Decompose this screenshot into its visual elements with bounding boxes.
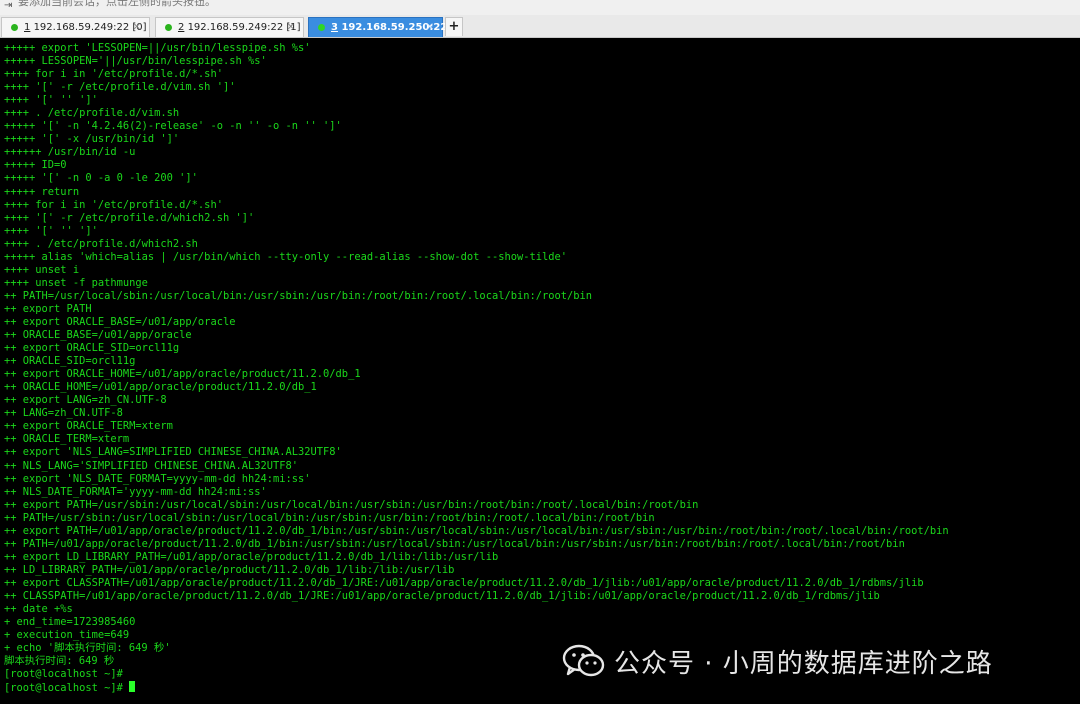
terminal-line: +++++ '[' -x /usr/bin/id ']' bbox=[4, 133, 180, 146]
terminal-line: ++++ for i in '/etc/profile.d/*.sh' bbox=[4, 68, 223, 81]
terminal-line: ++ CLASSPATH=/u01/app/oracle/product/11.… bbox=[4, 589, 880, 602]
terminal-line: ++ export ORACLE_BASE=/u01/app/oracle bbox=[4, 315, 236, 328]
terminal-line: ++ export CLASSPATH=/u01/app/oracle/prod… bbox=[4, 576, 924, 589]
terminal-line: ++ export ORACLE_HOME=/u01/app/oracle/pr… bbox=[4, 368, 361, 381]
terminal-line: ++ date +%s bbox=[4, 603, 73, 616]
session-tab-2[interactable]: 2 192.168.59.249:22 [1] ✕ bbox=[155, 17, 304, 37]
close-icon[interactable]: ✕ bbox=[287, 21, 295, 34]
terminal-line: ++ PATH=/usr/sbin:/usr/local/sbin:/usr/l… bbox=[4, 511, 655, 524]
terminal-cursor bbox=[129, 681, 136, 693]
tab-label: 1 192.168.59.249:22 [0] bbox=[24, 22, 147, 33]
terminal-line: ++ NLS_LANG='SIMPLIFIED CHINESE_CHINA.AL… bbox=[4, 459, 299, 472]
connected-status-icon bbox=[318, 24, 325, 31]
terminal-line: ++ LD_LIBRARY_PATH=/u01/app/oracle/produ… bbox=[4, 563, 455, 576]
terminal-line: ++++ '[' -r /etc/profile.d/which2.sh ']' bbox=[4, 211, 255, 224]
terminal-line: ++ LANG=zh_CN.UTF-8 bbox=[4, 407, 123, 420]
terminal-line: +++++ alias 'which=alias | /usr/bin/whic… bbox=[4, 250, 568, 263]
session-hint-text: 要添加当前会话，点击左侧的箭头按钮。 bbox=[18, 0, 216, 8]
terminal-line: ++ export LD_LIBRARY_PATH=/u01/app/oracl… bbox=[4, 550, 499, 563]
terminal-line: ++ export PATH=/u01/app/oracle/product/1… bbox=[4, 524, 949, 537]
terminal-line: ++++ '[' '' ']' bbox=[4, 94, 98, 107]
terminal-line: +++++ '[' -n 0 -a 0 -le 200 ']' bbox=[4, 172, 198, 185]
terminal-line: ++++ '[' -r /etc/profile.d/vim.sh ']' bbox=[4, 81, 236, 94]
terminal-line: +++++ '[' -n '4.2.46(2)-release' -o -n '… bbox=[4, 120, 342, 133]
terminal-line: ++++ '[' '' ']' bbox=[4, 224, 98, 237]
tab-label: 2 192.168.59.249:22 [1] bbox=[178, 22, 301, 33]
session-hint-bar: ⇥ 要添加当前会话，点击左侧的箭头按钮。 bbox=[0, 0, 1080, 15]
terminal-output[interactable]: +++++ export 'LESSOPEN=||/usr/bin/lesspi… bbox=[0, 38, 1080, 704]
new-tab-button[interactable]: + bbox=[445, 17, 463, 36]
terminal-line: +++++ ID=0 bbox=[4, 159, 67, 172]
connected-status-icon bbox=[165, 24, 172, 31]
terminal-line: ++++ unset -f pathmunge bbox=[4, 276, 148, 289]
terminal-line: ++ ORACLE_SID=orcl11g bbox=[4, 355, 136, 368]
terminal-line: +++++ return bbox=[4, 185, 80, 198]
close-icon[interactable]: ✕ bbox=[133, 21, 141, 34]
terminal-line: +++++ LESSOPEN='||/usr/bin/lesspipe.sh %… bbox=[4, 55, 267, 68]
session-tab-strip: 1 192.168.59.249:22 [0] ✕ 2 192.168.59.2… bbox=[0, 15, 1080, 38]
terminal-line: ++ ORACLE_BASE=/u01/app/oracle bbox=[4, 329, 192, 342]
terminal-line: [root@localhost ~]# bbox=[4, 681, 949, 694]
terminal-line: ++ export ORACLE_SID=orcl11g bbox=[4, 342, 180, 355]
terminal-line: ++ export LANG=zh_CN.UTF-8 bbox=[4, 394, 167, 407]
watermark: 公众号 · 小周的数据库进阶之路 bbox=[562, 641, 993, 681]
close-icon[interactable]: ✕ bbox=[426, 21, 434, 34]
terminal-line: ++++ . /etc/profile.d/vim.sh bbox=[4, 107, 180, 120]
terminal-line: ++ export 'NLS_LANG=SIMPLIFIED CHINESE_C… bbox=[4, 446, 342, 459]
terminal-line: ++ export ORACLE_TERM=xterm bbox=[4, 420, 173, 433]
terminal-line: ++ export 'NLS_DATE_FORMAT=yyyy-mm-dd hh… bbox=[4, 472, 311, 485]
terminal-line: ++ ORACLE_TERM=xterm bbox=[4, 433, 130, 446]
terminal-line: ++ NLS_DATE_FORMAT='yyyy-mm-dd hh24:mi:s… bbox=[4, 485, 267, 498]
session-tab-1[interactable]: 1 192.168.59.249:22 [0] ✕ bbox=[1, 17, 150, 37]
connected-status-icon bbox=[11, 24, 18, 31]
terminal-line: ++++ unset i bbox=[4, 263, 80, 276]
terminal-line: +++++ export 'LESSOPEN=||/usr/bin/lesspi… bbox=[4, 42, 311, 54]
terminal-line: + end_time=1723985460 bbox=[4, 616, 136, 629]
terminal-line: ++ export PATH bbox=[4, 302, 92, 315]
terminal-lines: +++++ export 'LESSOPEN=||/usr/bin/lesspi… bbox=[4, 42, 949, 694]
wechat-icon bbox=[562, 644, 605, 677]
terminal-line: ++ export PATH=/usr/sbin:/usr/local/sbin… bbox=[4, 498, 699, 511]
pin-arrow-icon[interactable]: ⇥ bbox=[4, 0, 14, 12]
terminal-line: ++ PATH=/u01/app/oracle/product/11.2.0/d… bbox=[4, 537, 905, 550]
terminal-line: ++ PATH=/usr/local/sbin:/usr/local/bin:/… bbox=[4, 289, 593, 302]
terminal-line: ++++ for i in '/etc/profile.d/*.sh' bbox=[4, 198, 223, 211]
terminal-line: ++ ORACLE_HOME=/u01/app/oracle/product/1… bbox=[4, 381, 317, 394]
terminal-line: ++++++ /usr/bin/id -u bbox=[4, 146, 136, 159]
watermark-text: 公众号 · 小周的数据库进阶之路 bbox=[614, 648, 993, 679]
terminal-line: ++++ . /etc/profile.d/which2.sh bbox=[4, 237, 198, 250]
session-tab-3[interactable]: 3 192.168.59.250:22 ✕ bbox=[308, 17, 447, 37]
